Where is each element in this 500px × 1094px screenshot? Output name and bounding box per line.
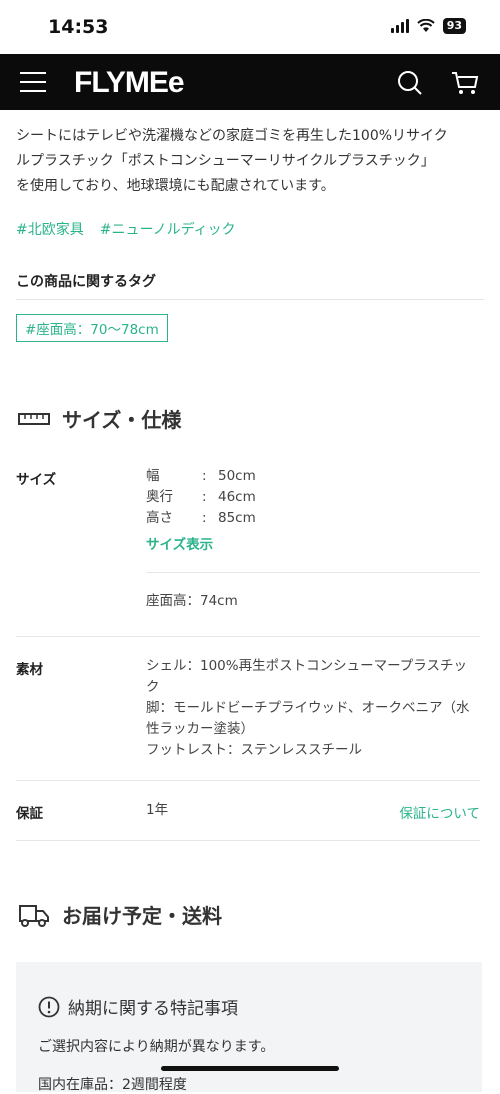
dim-sep: : [202,468,207,484]
site-header: FLYMEe [0,54,500,110]
dim-key: 奥行 [146,489,173,505]
status-icons: 93 [390,18,466,34]
delivery-section-title: お届け予定・送料 [18,900,222,929]
material-line: フットレスト：ステンレススチール [146,742,362,758]
delivery-truck-icon [19,904,49,927]
site-logo[interactable]: FLYMEe [74,66,185,100]
notice-title-text: 納期に関する特記事項 [68,999,238,1019]
size-display-link[interactable]: サイズ表示 [146,535,480,556]
dim-width: 幅 : 50cm [146,466,480,487]
status-time: 14:53 [48,16,109,38]
status-bar: 14:53 93 [0,0,500,54]
tags-heading: この商品に関するタグ [16,271,484,300]
dim-depth: 奥行 : 46cm [146,487,480,508]
tag-chip[interactable]: #座面高：70〜78cm [16,314,168,342]
description-line: ルプラスチック「ポストコンシューマーリサイクルプラスチック」 [16,153,435,169]
material-line: シェル：100%再生ポストコンシューマープラスチッ [146,658,468,674]
warranty-info-link[interactable]: 保証について [399,802,480,822]
hashtag-list: #北欧家具 #ニューノルディック [16,219,484,239]
notice-text-partial: 国内在庫品：2週間程度 [38,1077,187,1093]
dim-sep: : [202,510,207,526]
hashtag-link[interactable]: #ニューノルディック [100,219,236,239]
product-content: シートにはテレビや洗濯機などの家庭ゴミを再生した100%リサイク ルプラスチック… [0,110,500,342]
spec-section-title: サイズ・仕様 [18,404,181,433]
description-line: を使用しており、地球環境にも配慮されています。 [16,178,335,194]
dim-key: 幅 [146,468,160,484]
dim-height: 高さ : 85cm [146,508,480,529]
material-line: 脚：モールドビーチプライウッド、オークベニア（水 [146,700,470,716]
material-label: 素材 [16,662,43,678]
search-icon[interactable] [396,69,424,97]
warranty-row: 保証 1年 保証について [16,800,480,841]
divider [146,572,480,573]
battery-icon: 93 [442,18,466,34]
material-line: ク [146,679,160,695]
size-details: 幅 : 50cm 奥行 : 46cm 高さ : 85cm サイズ表示 座面高：7… [146,466,480,612]
notice-text: ご選択内容により納期が異なります。 [38,1039,275,1055]
spec-title-text: サイズ・仕様 [62,408,182,432]
material-row: 素材 シェル：100%再生ポストコンシューマープラスチッ ク 脚：モールドビーチ… [16,656,480,781]
warranty-label: 保証 [16,806,43,822]
dim-value: 50cm [218,468,256,484]
hamburger-menu-icon[interactable] [20,72,46,92]
dim-value: 46cm [218,489,256,505]
dim-value: 85cm [218,510,256,526]
cart-icon[interactable] [450,69,480,97]
material-line: 性ラッカー塗装） [146,721,254,737]
home-indicator [161,1066,339,1071]
cellular-signal-icon [390,19,409,33]
size-label: サイズ [16,472,57,488]
dim-sep: : [202,489,207,505]
seat-height: 座面高：74cm [146,593,238,609]
product-description: シートにはテレビや洗濯機などの家庭ゴミを再生した100%リサイク ルプラスチック… [16,124,480,199]
notice-title: 納期に関する特記事項 [38,994,238,1019]
ruler-icon [18,412,50,425]
material-details: シェル：100%再生ポストコンシューマープラスチッ ク 脚：モールドビーチプライ… [146,656,480,761]
size-row: サイズ 幅 : 50cm 奥行 : 46cm 高さ : 85cm サイズ表示 座… [16,466,480,637]
description-line: シートにはテレビや洗濯機などの家庭ゴミを再生した100%リサイク [16,128,448,144]
delivery-notice-box: 納期に関する特記事項 ご選択内容により納期が異なります。 国内在庫品：2週間程度 [16,962,482,1093]
wifi-icon [416,19,435,32]
hashtag-link[interactable]: #北欧家具 [16,219,84,239]
info-icon [38,996,60,1017]
delivery-title-text: お届け予定・送料 [62,904,222,928]
dim-key: 高さ [146,510,173,526]
